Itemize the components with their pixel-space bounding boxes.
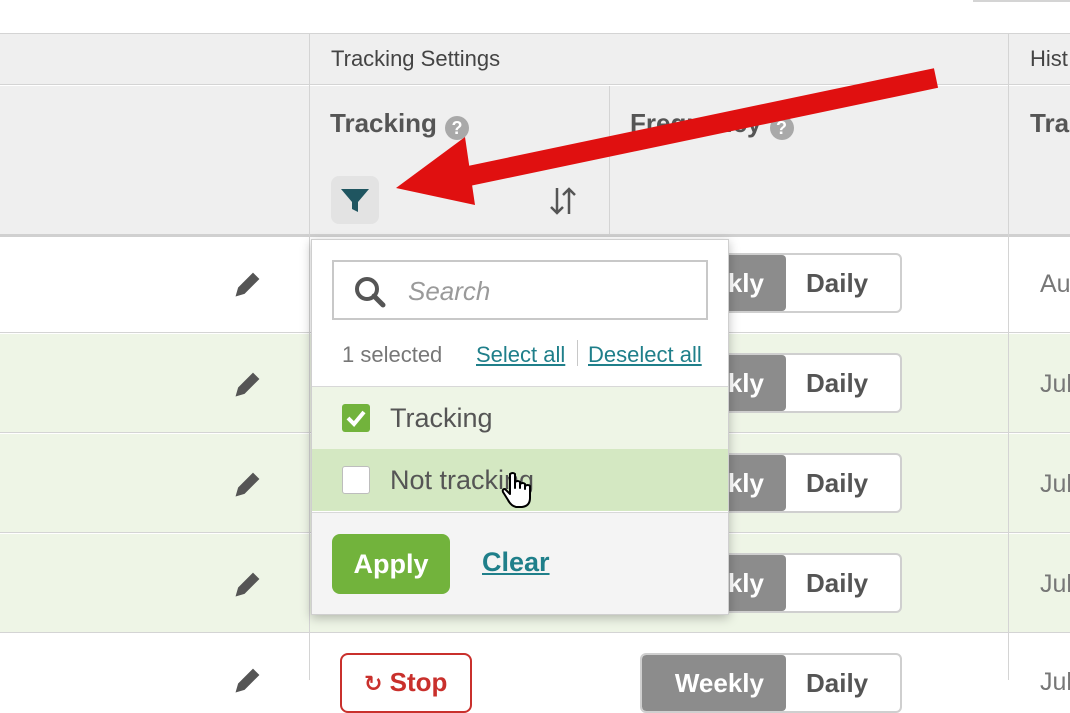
annotation-arrow [396,68,939,205]
